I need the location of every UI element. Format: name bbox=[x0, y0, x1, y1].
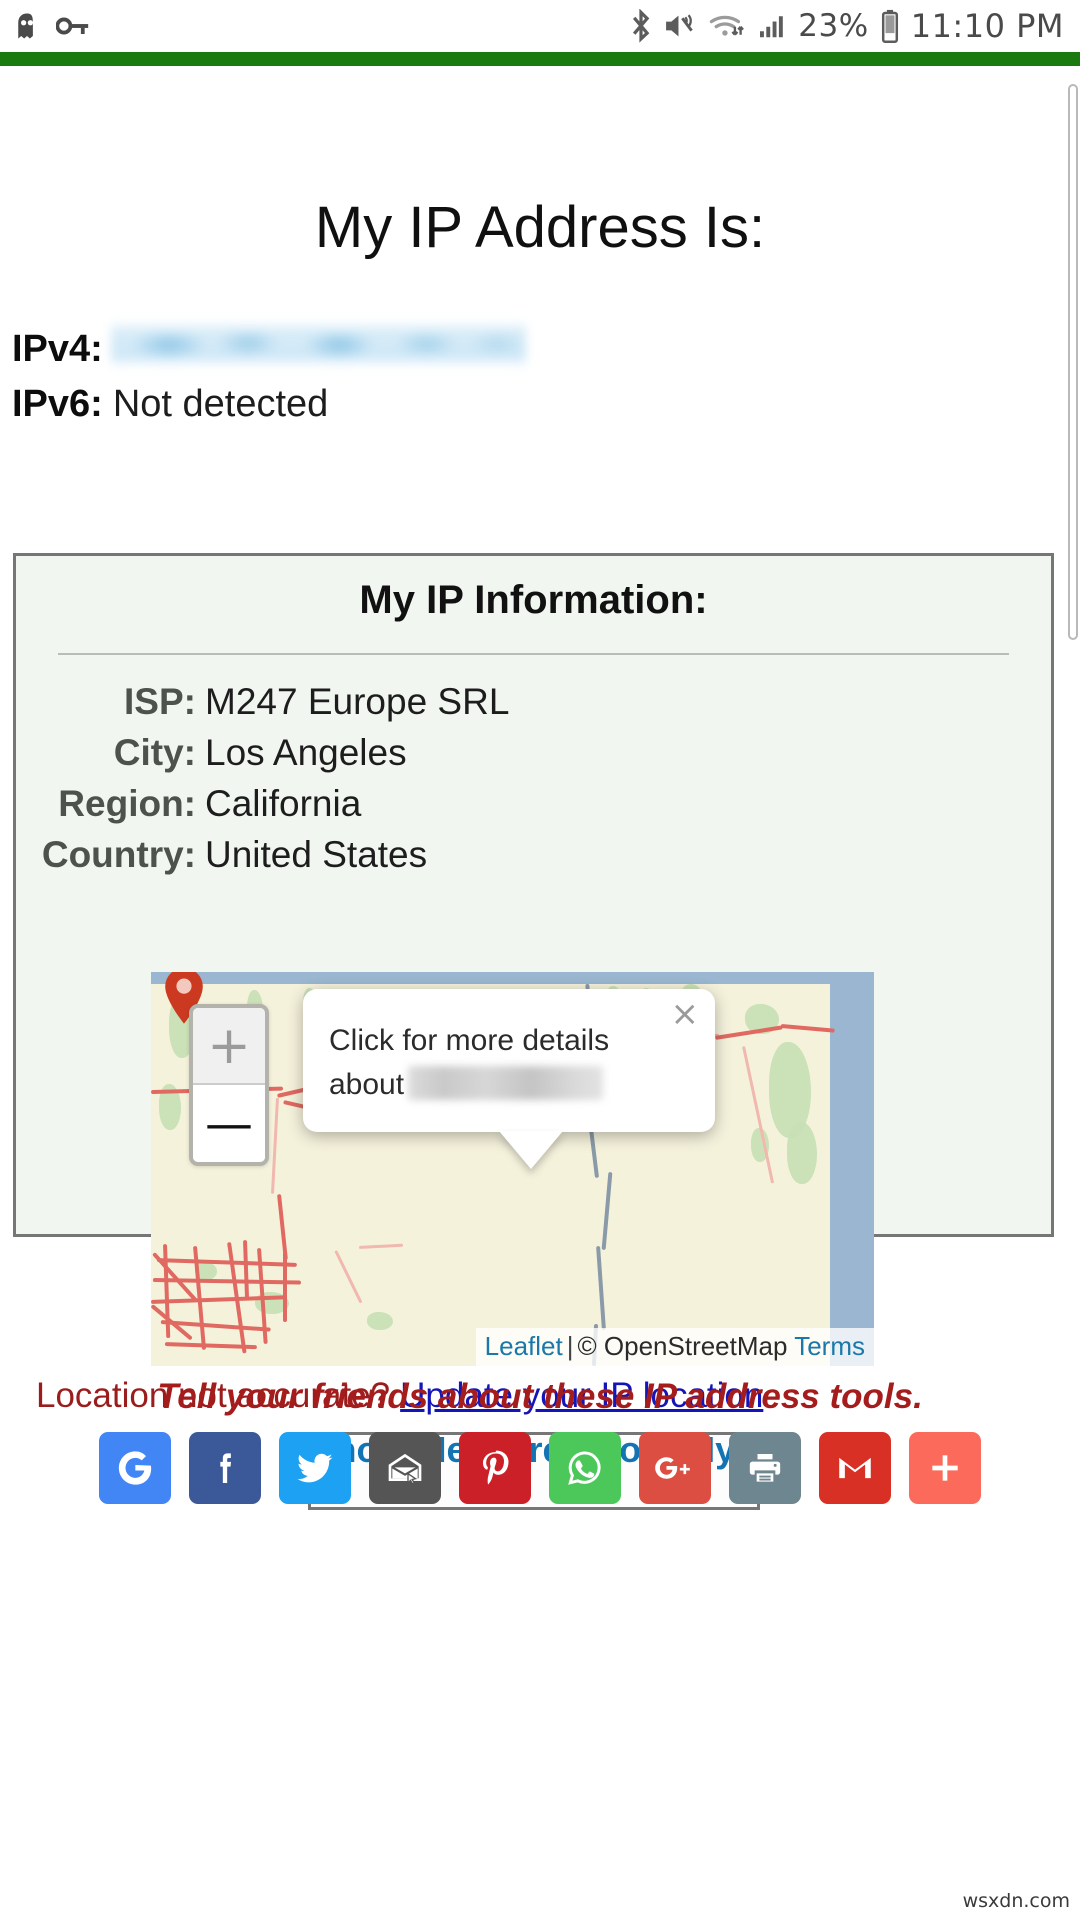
whatsapp-icon bbox=[564, 1447, 606, 1489]
country-label: Country: bbox=[41, 834, 196, 875]
whatsapp-share-button[interactable] bbox=[549, 1432, 621, 1504]
pinterest-share-button[interactable] bbox=[459, 1432, 531, 1504]
popup-line-1: Click for more details bbox=[329, 1024, 610, 1057]
map-forest-patch bbox=[787, 1122, 817, 1184]
ipv4-value-redacted bbox=[110, 321, 526, 367]
twitter-share-button[interactable] bbox=[279, 1432, 351, 1504]
google-search-share-button[interactable] bbox=[99, 1432, 171, 1504]
region-label: Region: bbox=[58, 783, 196, 824]
popup-line-2-prefix: about bbox=[329, 1067, 405, 1101]
map-popup-text: Click for more details about bbox=[329, 1019, 689, 1106]
volume-mute-icon bbox=[663, 11, 697, 41]
status-bar-right-icons: 23% 11:10 PM bbox=[630, 7, 1080, 45]
table-row: Country: United States bbox=[16, 834, 1051, 876]
ip-information-card: My IP Information: ISP: M247 Europe SRL … bbox=[13, 553, 1054, 1512]
openstreetmap-credit: © OpenStreetMap bbox=[577, 1331, 788, 1361]
ipv6-row: IPv6: Not detected bbox=[0, 383, 1080, 426]
envelope-icon bbox=[385, 1448, 425, 1488]
map-water-top bbox=[151, 972, 874, 984]
printer-icon bbox=[745, 1448, 785, 1488]
map-forest-patch bbox=[367, 1312, 393, 1330]
battery-percent-label: 23% bbox=[798, 8, 869, 44]
page-title: My IP Address Is: bbox=[314, 195, 766, 260]
ipv4-label: IPv4: bbox=[12, 328, 103, 370]
attribution-separator: | bbox=[566, 1331, 574, 1361]
googleplus-share-button[interactable] bbox=[639, 1432, 711, 1504]
google-plus-icon bbox=[653, 1451, 697, 1485]
more-share-button[interactable] bbox=[909, 1432, 981, 1504]
zoom-out-button[interactable]: — bbox=[193, 1085, 265, 1162]
card-title: My IP Information: bbox=[359, 578, 708, 622]
isp-label: ISP: bbox=[124, 681, 196, 722]
zoom-in-button[interactable]: + bbox=[193, 1008, 265, 1085]
map-attribution: Leaflet | © OpenStreetMap Terms bbox=[475, 1328, 874, 1366]
facebook-icon bbox=[205, 1448, 245, 1488]
ipv6-value: Not detected bbox=[112, 383, 329, 425]
gmail-icon bbox=[834, 1447, 876, 1489]
status-bar-clock: 11:10 PM bbox=[910, 7, 1064, 45]
print-share-button[interactable] bbox=[729, 1432, 801, 1504]
scrollbar-thumb[interactable] bbox=[1068, 84, 1078, 640]
status-bar-left-icons bbox=[0, 11, 90, 41]
card-divider bbox=[58, 653, 1009, 655]
google-icon bbox=[115, 1448, 155, 1488]
table-row: ISP: M247 Europe SRL bbox=[16, 681, 1051, 723]
isp-value: M247 Europe SRL bbox=[205, 681, 510, 722]
share-heading: Tell your friends about these IP address… bbox=[157, 1377, 923, 1416]
share-buttons-row bbox=[0, 1432, 1080, 1504]
watermark: wsxdn.com bbox=[962, 1890, 1070, 1912]
table-row: Region: California bbox=[16, 783, 1051, 825]
ip-details-table: ISP: M247 Europe SRL City: Los Angeles R… bbox=[16, 681, 1051, 876]
table-row: City: Los Angeles bbox=[16, 732, 1051, 774]
wifi-icon bbox=[708, 11, 746, 41]
battery-icon bbox=[880, 9, 900, 43]
close-icon[interactable]: × bbox=[671, 997, 700, 1031]
email-share-button[interactable] bbox=[369, 1432, 441, 1504]
ipv6-label: IPv6: bbox=[12, 383, 103, 425]
country-value: United States bbox=[205, 834, 428, 875]
ipv4-row: IPv4: bbox=[0, 315, 1080, 371]
city-label: City: bbox=[113, 732, 196, 773]
plus-icon bbox=[925, 1448, 965, 1488]
status-bar: 23% 11:10 PM bbox=[0, 0, 1080, 52]
map-urban-area bbox=[151, 1242, 311, 1366]
twitter-bird-icon bbox=[294, 1447, 336, 1489]
ghost-app-icon bbox=[12, 11, 42, 41]
map-zoom-control[interactable]: + — bbox=[189, 1004, 269, 1166]
vpn-key-icon bbox=[56, 11, 90, 41]
region-value: California bbox=[205, 783, 362, 824]
map-popup[interactable]: × Click for more details about bbox=[303, 989, 715, 1169]
terms-link[interactable]: Terms bbox=[794, 1331, 865, 1361]
leaflet-link[interactable]: Leaflet bbox=[485, 1331, 563, 1361]
map-water-right bbox=[830, 972, 874, 1366]
facebook-share-button[interactable] bbox=[189, 1432, 261, 1504]
gmail-share-button[interactable] bbox=[819, 1432, 891, 1504]
popup-ip-redacted bbox=[408, 1065, 604, 1100]
leaflet-map[interactable]: + — × Click for more details about Leafl… bbox=[151, 972, 874, 1366]
bluetooth-icon bbox=[630, 9, 652, 43]
map-popup-tip bbox=[499, 1131, 563, 1169]
app-accent-bar bbox=[0, 52, 1080, 66]
cellular-signal-icon bbox=[757, 11, 787, 41]
page-content: My IP Address Is: IPv4: IPv6: Not detect… bbox=[0, 66, 1080, 1920]
city-value: Los Angeles bbox=[205, 732, 407, 773]
map-container[interactable]: + — × Click for more details about Leafl… bbox=[151, 972, 874, 1366]
pinterest-icon bbox=[475, 1448, 515, 1488]
